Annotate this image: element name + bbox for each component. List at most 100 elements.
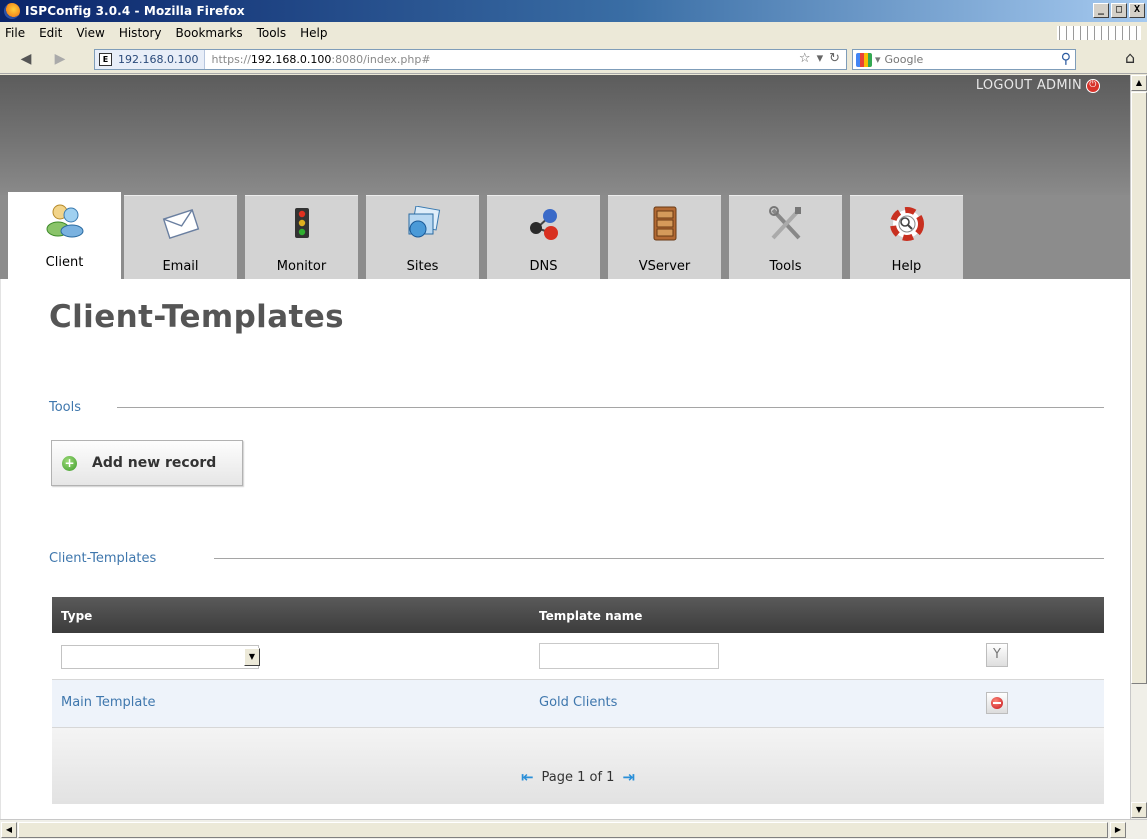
site-identity-label: 192.168.0.100 xyxy=(118,53,199,66)
tab-client-label: Client xyxy=(45,255,84,270)
logout-link[interactable]: LOGOUT ADMIN ⏻ xyxy=(976,78,1100,93)
horizontal-scroll-thumb[interactable] xyxy=(18,822,1108,838)
toolbar-grip xyxy=(1057,26,1141,40)
menu-tools[interactable]: Tools xyxy=(250,26,294,40)
url-host: 192.168.0.100 xyxy=(250,53,332,66)
type-filter-select[interactable]: ▼ xyxy=(61,645,260,669)
close-button[interactable]: X xyxy=(1129,3,1145,18)
scroll-down-icon[interactable]: ▼ xyxy=(1131,802,1147,818)
column-header-type[interactable]: Type xyxy=(61,609,92,623)
tab-monitor[interactable]: Monitor xyxy=(245,195,358,279)
horizontal-scrollbar[interactable]: ◀ ▶ xyxy=(0,819,1147,839)
row-type-link[interactable]: Main Template xyxy=(61,695,156,710)
address-bar[interactable]: E 192.168.0.100 https://192.168.0.100:80… xyxy=(94,49,847,70)
monitor-icon xyxy=(294,208,309,238)
page-title: Client-Templates xyxy=(49,299,345,335)
tab-email[interactable]: Email xyxy=(124,195,237,279)
menu-file[interactable]: File xyxy=(0,26,32,40)
add-new-record-label: Add new record xyxy=(92,455,217,471)
menu-view[interactable]: View xyxy=(69,26,111,40)
menu-edit[interactable]: Edit xyxy=(32,26,69,40)
address-bar-actions: ☆ ▾ ↻ xyxy=(799,51,840,66)
power-icon: ⏻ xyxy=(1086,78,1100,93)
tools-icon xyxy=(768,206,801,240)
first-page-icon[interactable]: ⇤ xyxy=(521,768,534,786)
history-dropdown-icon[interactable]: ▾ xyxy=(817,51,824,66)
list-section-header: Client-Templates xyxy=(49,548,1104,568)
client-icon xyxy=(46,204,83,238)
tab-client[interactable]: Client xyxy=(8,192,121,279)
tab-vserver[interactable]: VServer xyxy=(608,195,721,279)
search-engine-dropdown-icon[interactable]: ▾ xyxy=(875,53,881,66)
tab-dns[interactable]: DNS xyxy=(487,195,600,279)
pager: ⇤ Page 1 of 1 ⇥ xyxy=(52,768,1104,786)
tab-help-label: Help xyxy=(891,259,922,274)
url-scheme: https:// xyxy=(211,53,251,66)
menu-history[interactable]: History xyxy=(112,26,169,40)
tab-monitor-label: Monitor xyxy=(276,259,327,274)
window-controls: _ □ X xyxy=(1093,3,1145,18)
search-icon[interactable]: ⚲ xyxy=(1061,51,1071,67)
maximize-button[interactable]: □ xyxy=(1111,3,1127,18)
module-tabs: Client Email Monitor Sites DNS VServer T… xyxy=(0,192,1130,279)
pager-label: Page 1 of 1 xyxy=(541,769,615,785)
section-divider xyxy=(117,406,1104,408)
page-viewport: LOGOUT ADMIN ⏻ Client Email Monitor Site… xyxy=(0,75,1130,819)
home-icon[interactable]: ⌂ xyxy=(1125,48,1135,67)
table-header: Type Template name xyxy=(52,597,1104,633)
bookmark-star-icon[interactable]: ☆ xyxy=(799,51,811,66)
google-icon[interactable] xyxy=(856,52,872,67)
tab-sites[interactable]: Sites xyxy=(366,195,479,279)
column-header-template-name[interactable]: Template name xyxy=(539,609,642,623)
tools-section-header: Tools xyxy=(49,397,1104,417)
navigation-toolbar: ◀ ▶ E 192.168.0.100 https://192.168.0.10… xyxy=(0,44,1147,74)
menu-bar: File Edit View History Bookmarks Tools H… xyxy=(0,22,1147,44)
sites-icon xyxy=(408,206,440,238)
table-row: Main Template Gold Clients xyxy=(52,680,1104,728)
delete-icon xyxy=(991,697,1003,709)
tab-vserver-label: VServer xyxy=(638,259,691,274)
scroll-right-icon[interactable]: ▶ xyxy=(1110,822,1126,838)
dropdown-arrow-icon[interactable]: ▼ xyxy=(244,648,260,666)
reload-icon[interactable]: ↻ xyxy=(829,51,840,66)
dns-icon xyxy=(529,209,558,240)
table-footer: ⇤ Page 1 of 1 ⇥ xyxy=(52,728,1104,804)
title-bar: ISPConfig 3.0.4 - Mozilla Firefox _ □ X xyxy=(0,0,1147,22)
last-page-icon[interactable]: ⇥ xyxy=(622,768,635,786)
forward-arrow-icon[interactable]: ▶ xyxy=(50,49,70,69)
firefox-icon xyxy=(4,3,20,19)
tab-email-label: Email xyxy=(162,259,199,274)
delete-button[interactable] xyxy=(986,692,1008,714)
browser-window: ISPConfig 3.0.4 - Mozilla Firefox _ □ X … xyxy=(0,0,1147,839)
vertical-scroll-thumb[interactable] xyxy=(1131,92,1147,684)
url-path: :8080/index.php# xyxy=(331,53,431,66)
menu-bookmarks[interactable]: Bookmarks xyxy=(169,26,250,40)
minimize-button[interactable]: _ xyxy=(1093,3,1109,18)
back-arrow-icon[interactable]: ◀ xyxy=(16,49,36,69)
vserver-icon xyxy=(653,206,676,241)
main-content: Client-Templates Tools + Add new record … xyxy=(0,279,1130,819)
menu-help[interactable]: Help xyxy=(293,26,334,40)
site-icon: E xyxy=(99,53,112,66)
add-new-record-button[interactable]: + Add new record xyxy=(51,440,243,486)
templates-table: Type Template name ▼ Y Main Template Gol… xyxy=(52,597,1104,804)
section-divider xyxy=(214,557,1104,559)
email-icon xyxy=(162,208,199,240)
filter-row: ▼ Y xyxy=(52,633,1104,680)
site-identity-button[interactable]: E 192.168.0.100 xyxy=(95,50,206,69)
tab-tools[interactable]: Tools xyxy=(729,195,842,279)
list-section-title: Client-Templates xyxy=(49,550,157,566)
search-box[interactable]: ▾ Google ⚲ xyxy=(852,49,1076,70)
row-template-name-link[interactable]: Gold Clients xyxy=(539,695,617,710)
template-name-filter-input[interactable] xyxy=(539,643,719,669)
tab-dns-label: DNS xyxy=(529,259,558,274)
scroll-left-icon[interactable]: ◀ xyxy=(1,822,17,838)
help-icon xyxy=(889,207,924,241)
scroll-up-icon[interactable]: ▲ xyxy=(1131,75,1147,91)
vertical-scrollbar[interactable]: ▲ ▼ xyxy=(1130,75,1147,819)
tab-help[interactable]: Help xyxy=(850,195,963,279)
filter-icon[interactable]: Y xyxy=(986,643,1008,667)
tools-section-title: Tools xyxy=(49,399,82,415)
tab-sites-label: Sites xyxy=(406,259,439,274)
window-title: ISPConfig 3.0.4 - Mozilla Firefox xyxy=(25,4,245,18)
